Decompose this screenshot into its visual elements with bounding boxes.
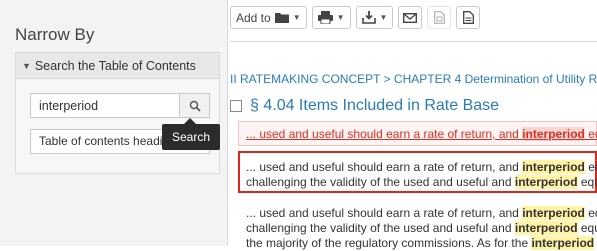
snippet-line: ... used and useful should earn a rate o…: [246, 206, 597, 221]
snippet-text: ... used and useful should earn a rate o…: [246, 127, 523, 141]
search-button[interactable]: [179, 94, 209, 117]
folder-icon: [274, 13, 289, 23]
snippet-text: ... used and useful should earn a rate o…: [246, 206, 523, 220]
chevron-down-icon: ▼: [336, 13, 345, 22]
toolbar: Add to ▼ ▼ ▼: [230, 6, 481, 29]
search-tooltip: Search: [162, 118, 221, 150]
snippet-line: challenging the validity of the used and…: [246, 175, 597, 190]
search-row: [30, 93, 210, 118]
search-result-snippet[interactable]: ... used and useful should earn a rate o…: [246, 160, 597, 190]
section-checkbox[interactable]: [230, 100, 242, 112]
snippet-line: challenging the validity of the used and…: [246, 221, 597, 236]
toolbar-divider: [230, 41, 597, 42]
search-result-snippet[interactable]: ... used and useful should earn a rate o…: [246, 127, 597, 142]
print-button[interactable]: ▼: [311, 6, 351, 29]
document-icon: [434, 11, 445, 24]
search-toc-box: ▼ Search the Table of Contents Table of …: [15, 52, 220, 174]
snippet-highlight: interperiod: [522, 127, 585, 141]
narrow-by-title: Narrow By: [15, 25, 95, 44]
snippet-line: ... used and useful should earn a rate o…: [246, 160, 597, 175]
section-title-row: § 4.04 Items Included in Rate Base: [230, 97, 499, 115]
notes-icon: [463, 11, 474, 24]
snippet-highlight: interperiod: [531, 236, 595, 250]
download-button[interactable]: ▼: [355, 6, 394, 29]
caret-down-icon: ▼: [22, 60, 31, 71]
snippet-text: equit: [580, 175, 597, 189]
email-button[interactable]: [398, 6, 423, 29]
notes-button[interactable]: [456, 6, 481, 29]
search-icon: [189, 100, 201, 112]
snippet-text: equ: [588, 127, 597, 141]
chevron-down-icon: ▼: [379, 13, 388, 22]
snippet-line: the majority of the regulatory commissio…: [246, 236, 597, 251]
snippet-highlight: interperiod: [514, 175, 578, 189]
search-result-snippet[interactable]: ... used and useful should earn a rate o…: [246, 206, 597, 251]
add-to-button[interactable]: Add to ▼: [230, 6, 307, 29]
snippet-text: challenging the validity of the used and…: [246, 221, 515, 235]
add-to-label: Add to: [236, 10, 271, 25]
search-input[interactable]: [31, 94, 179, 117]
narrow-by-panel: Narrow By ▼ Search the Table of Contents…: [0, 0, 228, 246]
email-icon: [403, 12, 418, 23]
document-button[interactable]: [427, 6, 452, 29]
snippet-text: equit: [580, 221, 597, 235]
snippet-text: ... used and useful should earn a rate o…: [246, 160, 523, 174]
snippet-highlight: interperiod: [522, 206, 585, 220]
snippet-text: equ: [588, 160, 597, 174]
search-toc-header-label: Search the Table of Contents: [34, 58, 196, 73]
snippet-text: equ: [588, 206, 597, 220]
section-title-link[interactable]: § 4.04 Items Included in Rate Base: [250, 97, 499, 115]
snippet-highlight: interperiod: [514, 221, 578, 235]
print-icon: [317, 11, 333, 24]
snippet-highlight: interperiod: [522, 160, 585, 174]
breadcrumb[interactable]: II RATEMAKING CONCEPT > CHAPTER 4 Determ…: [230, 72, 597, 86]
chevron-down-icon: ▼: [292, 13, 301, 22]
snippet-text: the majority of the regulatory commissio…: [246, 236, 532, 250]
search-toc-header[interactable]: ▼ Search the Table of Contents: [16, 53, 219, 79]
snippet-text: challenging the validity of the used and…: [246, 175, 515, 189]
download-icon: [361, 11, 376, 24]
